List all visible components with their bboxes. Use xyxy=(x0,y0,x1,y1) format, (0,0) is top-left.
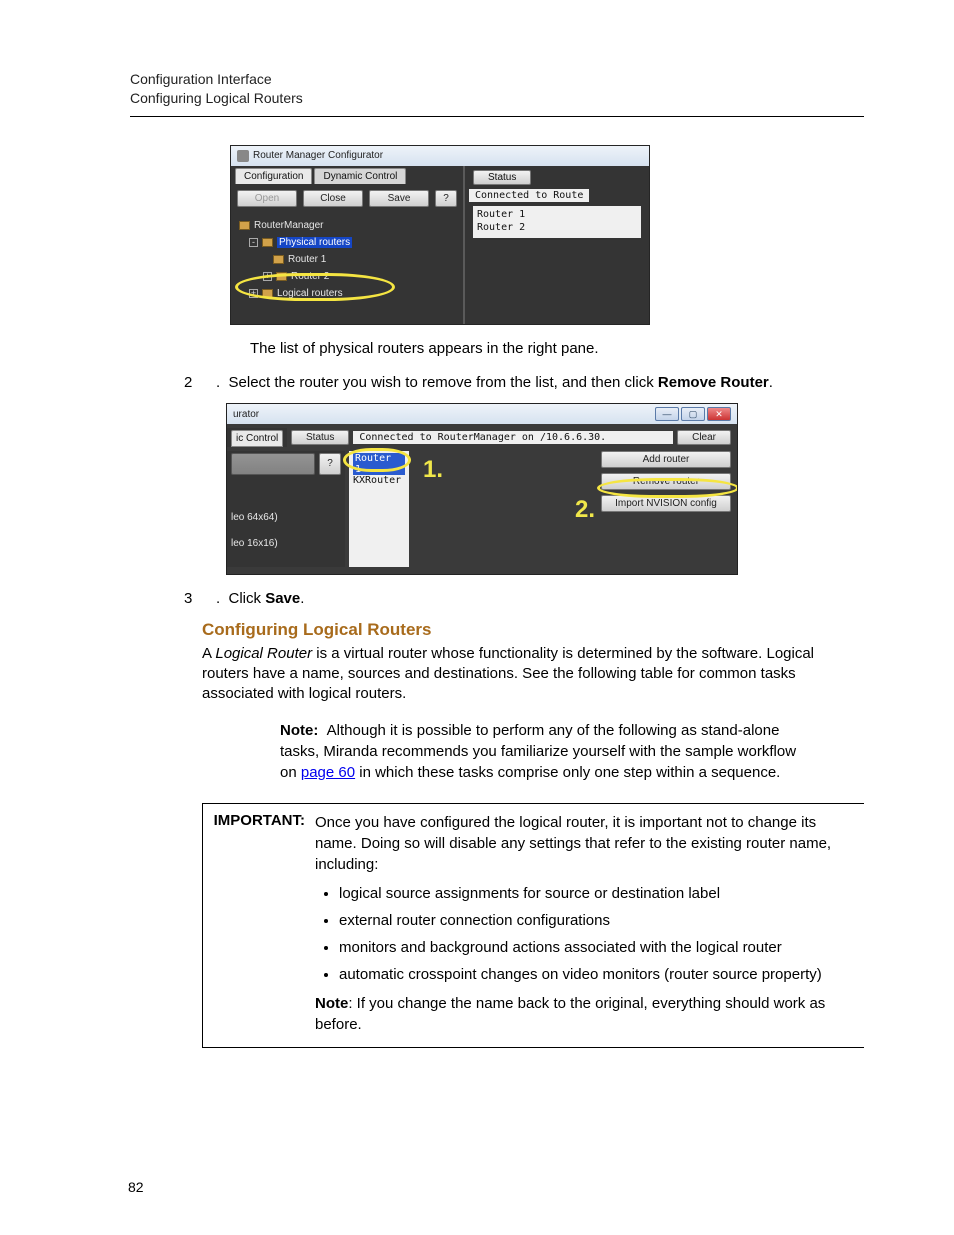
left-panel: ? leo 64x64) leo 16x16) xyxy=(227,451,345,567)
open-button[interactable]: Open xyxy=(237,190,297,207)
routers-list[interactable]: Router 1 Router 2 xyxy=(473,206,641,238)
app-icon xyxy=(237,150,249,162)
expand-icon[interactable]: + xyxy=(249,289,258,298)
close-icon[interactable]: ✕ xyxy=(707,407,731,421)
status-value: Connected to RouterManager on /10.6.6.30… xyxy=(353,431,673,444)
window-title: Router Manager Configurator xyxy=(253,150,383,161)
important-list: logical source assignments for source or… xyxy=(339,883,852,985)
save-button[interactable]: Save xyxy=(369,190,429,207)
window-title-bar: Router Manager Configurator xyxy=(231,146,649,166)
status-label: Status xyxy=(473,170,531,185)
tab-dynamic-control[interactable]: Dynamic Control xyxy=(314,168,406,184)
list-item[interactable]: leo 16x16) xyxy=(231,535,341,553)
status-label: Status xyxy=(291,430,349,445)
maximize-icon[interactable]: ▢ xyxy=(681,407,705,421)
tree-root[interactable]: RouterManager xyxy=(239,217,455,234)
tab-dynamic-control-fragment[interactable]: ic Control xyxy=(231,430,283,447)
list-item-selected[interactable]: Router 1 xyxy=(353,453,405,475)
folder-icon xyxy=(239,221,250,230)
page-link[interactable]: page 60 xyxy=(301,764,355,781)
important-label: IMPORTANT: xyxy=(203,804,311,1047)
note-block: Note: Although it is possible to perform… xyxy=(280,720,808,783)
tree-router-1[interactable]: Router 1 xyxy=(239,251,455,268)
list-item: monitors and background actions associat… xyxy=(339,937,852,958)
tree-router-2[interactable]: +Router 2 xyxy=(239,268,455,285)
folder-icon xyxy=(276,272,287,281)
step-3: 3. Click Save. xyxy=(202,589,864,609)
import-nvision-button[interactable]: Import NVISION config xyxy=(601,495,731,512)
window-title-bar: urator — ▢ ✕ xyxy=(227,404,737,424)
screenshot-router-manager-configurator: Router Manager Configurator Configuratio… xyxy=(230,145,650,325)
window-title-fragment: urator xyxy=(233,409,259,420)
folder-icon xyxy=(273,255,284,264)
add-router-button[interactable]: Add router xyxy=(601,451,731,468)
tree-physical-routers[interactable]: -Physical routers xyxy=(239,234,455,251)
body-text: The list of physical routers appears in … xyxy=(250,339,864,359)
folder-icon xyxy=(262,289,273,298)
list-item: external router connection configuration… xyxy=(339,910,852,931)
important-intro: Once you have configured the logical rou… xyxy=(315,812,852,875)
important-box: IMPORTANT: Once you have configured the … xyxy=(202,803,864,1048)
section-intro: A Logical Router is a virtual router who… xyxy=(202,644,864,705)
important-note: Note: If you change the name back to the… xyxy=(315,993,852,1035)
list-item[interactable]: Router 1 xyxy=(477,208,637,221)
list-item: automatic crosspoint changes on video mo… xyxy=(339,964,852,985)
help-button[interactable]: ? xyxy=(435,190,457,207)
header-line1: Configuration Interface xyxy=(130,70,864,89)
clear-button[interactable]: Clear xyxy=(677,430,731,445)
close-button[interactable]: Close xyxy=(303,190,363,207)
header-rule xyxy=(130,116,864,117)
tree-logical-routers[interactable]: +Logical routers xyxy=(239,285,455,302)
list-item[interactable]: KXRouter xyxy=(353,475,405,486)
collapse-icon[interactable]: - xyxy=(249,238,258,247)
screenshot-remove-router: urator — ▢ ✕ ic Control Status Connected… xyxy=(226,403,738,575)
status-value: Connected to Route xyxy=(469,189,589,202)
list-item[interactable]: leo 64x64) xyxy=(231,509,341,527)
nav-tree: RouterManager -Physical routers Router 1… xyxy=(231,213,463,306)
help-button[interactable]: ? xyxy=(319,453,341,475)
remove-router-button[interactable]: Remove router xyxy=(601,473,731,490)
minimize-icon[interactable]: — xyxy=(655,407,679,421)
list-item: logical source assignments for source or… xyxy=(339,883,852,904)
disabled-button xyxy=(231,453,315,475)
header-line2: Configuring Logical Routers xyxy=(130,89,864,108)
page-number: 82 xyxy=(128,1179,144,1195)
routers-list[interactable]: Router 1 KXRouter xyxy=(349,451,409,567)
tab-configuration[interactable]: Configuration xyxy=(235,168,312,184)
section-heading: Configuring Logical Routers xyxy=(202,620,864,640)
step-2: 2. Select the router you wish to remove … xyxy=(202,373,864,393)
expand-icon[interactable]: + xyxy=(263,272,272,281)
list-item[interactable]: Router 2 xyxy=(477,221,637,234)
folder-icon xyxy=(262,238,273,247)
